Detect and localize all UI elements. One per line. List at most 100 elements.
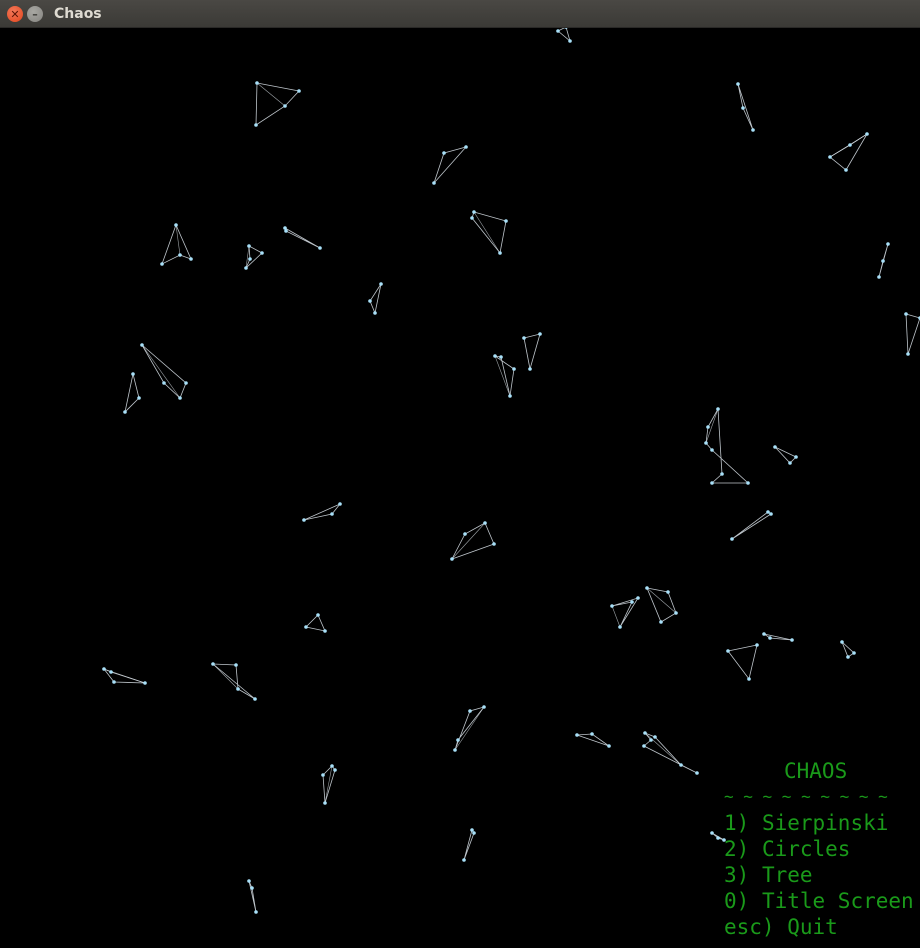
shape-vertex bbox=[773, 445, 777, 449]
menu-item-circles[interactable]: 2) Circles bbox=[724, 836, 914, 862]
shape-vertex bbox=[865, 132, 869, 136]
menu-item-sierpinski[interactable]: 1) Sierpinski bbox=[724, 810, 914, 836]
shape-vertex bbox=[768, 636, 772, 640]
shape-diagonal bbox=[451, 522, 486, 560]
menu-item-quit[interactable]: esc) Quit bbox=[724, 914, 914, 940]
shape-vertex bbox=[498, 251, 502, 255]
shape-vertex bbox=[470, 828, 474, 832]
shape-vertex bbox=[247, 244, 251, 248]
shape-vertex bbox=[162, 381, 166, 385]
shape-vertex bbox=[720, 472, 724, 476]
chaos-shape bbox=[904, 312, 920, 356]
shape-vertex bbox=[904, 312, 908, 316]
shape-vertex bbox=[590, 732, 594, 736]
shape-vertex bbox=[248, 257, 252, 261]
chaos-shape bbox=[773, 445, 798, 465]
shape-edges bbox=[141, 344, 187, 399]
shape-edges bbox=[211, 663, 256, 700]
shape-vertex bbox=[769, 512, 773, 516]
shape-vertex bbox=[483, 521, 487, 525]
menu-item-title-screen[interactable]: 0) Title Screen bbox=[724, 888, 914, 914]
shape-diagonal bbox=[454, 706, 485, 751]
shape-vertex bbox=[330, 512, 334, 516]
shape-vertex bbox=[102, 667, 106, 671]
shape-vertex bbox=[568, 39, 572, 43]
shape-vertex bbox=[710, 831, 714, 835]
shape-vertex bbox=[746, 481, 750, 485]
shape-vertex bbox=[174, 223, 178, 227]
shape-vertex bbox=[649, 738, 653, 742]
shape-diagonal bbox=[256, 82, 286, 107]
shape-vertex bbox=[137, 396, 141, 400]
shape-vertex bbox=[338, 502, 342, 506]
chaos-shape bbox=[522, 332, 542, 371]
shape-vertex bbox=[659, 620, 663, 624]
shape-edges bbox=[463, 829, 475, 861]
shape-vertex bbox=[610, 604, 614, 608]
shape-vertex bbox=[840, 640, 844, 644]
shape-vertex bbox=[522, 336, 526, 340]
minimize-icon[interactable]: – bbox=[27, 6, 43, 22]
shape-vertex bbox=[253, 697, 257, 701]
chaos-shape bbox=[462, 828, 476, 862]
menu-item-label: Quit bbox=[787, 915, 838, 939]
close-icon[interactable]: ✕ bbox=[7, 6, 23, 22]
shape-vertex bbox=[607, 744, 611, 748]
shape-vertex bbox=[710, 448, 714, 452]
shape-diagonal bbox=[141, 344, 181, 399]
window-title: Chaos bbox=[54, 6, 102, 22]
shape-edges bbox=[841, 641, 855, 658]
shape-vertex bbox=[556, 29, 560, 33]
shape-edges bbox=[763, 633, 793, 641]
shape-vertex bbox=[234, 663, 238, 667]
shape-vertex bbox=[493, 354, 497, 358]
shape-vertex bbox=[178, 253, 182, 257]
shape-edges bbox=[433, 146, 468, 184]
chaos-shape bbox=[493, 354, 516, 398]
shape-vertex bbox=[747, 677, 751, 681]
chaos-shape bbox=[726, 643, 759, 681]
shape-vertex bbox=[373, 311, 377, 315]
shape-vertex bbox=[255, 81, 259, 85]
shape-edges bbox=[557, 28, 571, 43]
shape-vertex bbox=[297, 89, 301, 93]
shape-vertex bbox=[653, 735, 657, 739]
shape-vertex bbox=[140, 343, 144, 347]
shape-vertex bbox=[695, 771, 699, 775]
shape-edges bbox=[369, 283, 382, 315]
shape-vertex bbox=[508, 394, 512, 398]
shape-vertex bbox=[464, 145, 468, 149]
shape-vertex bbox=[316, 613, 320, 617]
shape-vertex bbox=[368, 299, 372, 303]
shape-vertex bbox=[482, 705, 486, 709]
shape-vertex bbox=[643, 731, 647, 735]
chaos-shape bbox=[304, 613, 327, 633]
shape-edges bbox=[471, 211, 507, 254]
chaos-shape bbox=[642, 731, 699, 775]
shape-edges bbox=[774, 446, 797, 464]
chaos-shape bbox=[368, 282, 383, 315]
shape-vertex bbox=[716, 836, 720, 840]
shape-edges bbox=[576, 733, 610, 747]
shape-edges bbox=[305, 614, 326, 632]
chaos-shape bbox=[321, 764, 337, 805]
menu-item-tree[interactable]: 3) Tree bbox=[724, 862, 914, 888]
shape-vertex bbox=[906, 352, 910, 356]
shape-vertex bbox=[852, 651, 856, 655]
shape-vertex bbox=[528, 367, 532, 371]
shape-edges bbox=[124, 373, 140, 414]
shape-vertex bbox=[330, 764, 334, 768]
shape-vertex bbox=[260, 251, 264, 255]
chaos-shape bbox=[211, 662, 257, 701]
shape-vertex bbox=[131, 372, 135, 376]
chaos-shape bbox=[762, 632, 794, 642]
menu-item-key: 3) bbox=[724, 863, 750, 887]
title-menu: CHAOS ~ ~ ~ ~ ~ ~ ~ ~ ~ 1) Sierpinski 2)… bbox=[724, 758, 914, 940]
chaos-shape bbox=[450, 521, 496, 561]
shape-vertex bbox=[886, 242, 890, 246]
shape-vertex bbox=[472, 210, 476, 214]
shape-vertex bbox=[538, 332, 542, 336]
shape-vertex bbox=[881, 259, 885, 263]
shape-vertex bbox=[716, 407, 720, 411]
shape-vertex bbox=[462, 858, 466, 862]
